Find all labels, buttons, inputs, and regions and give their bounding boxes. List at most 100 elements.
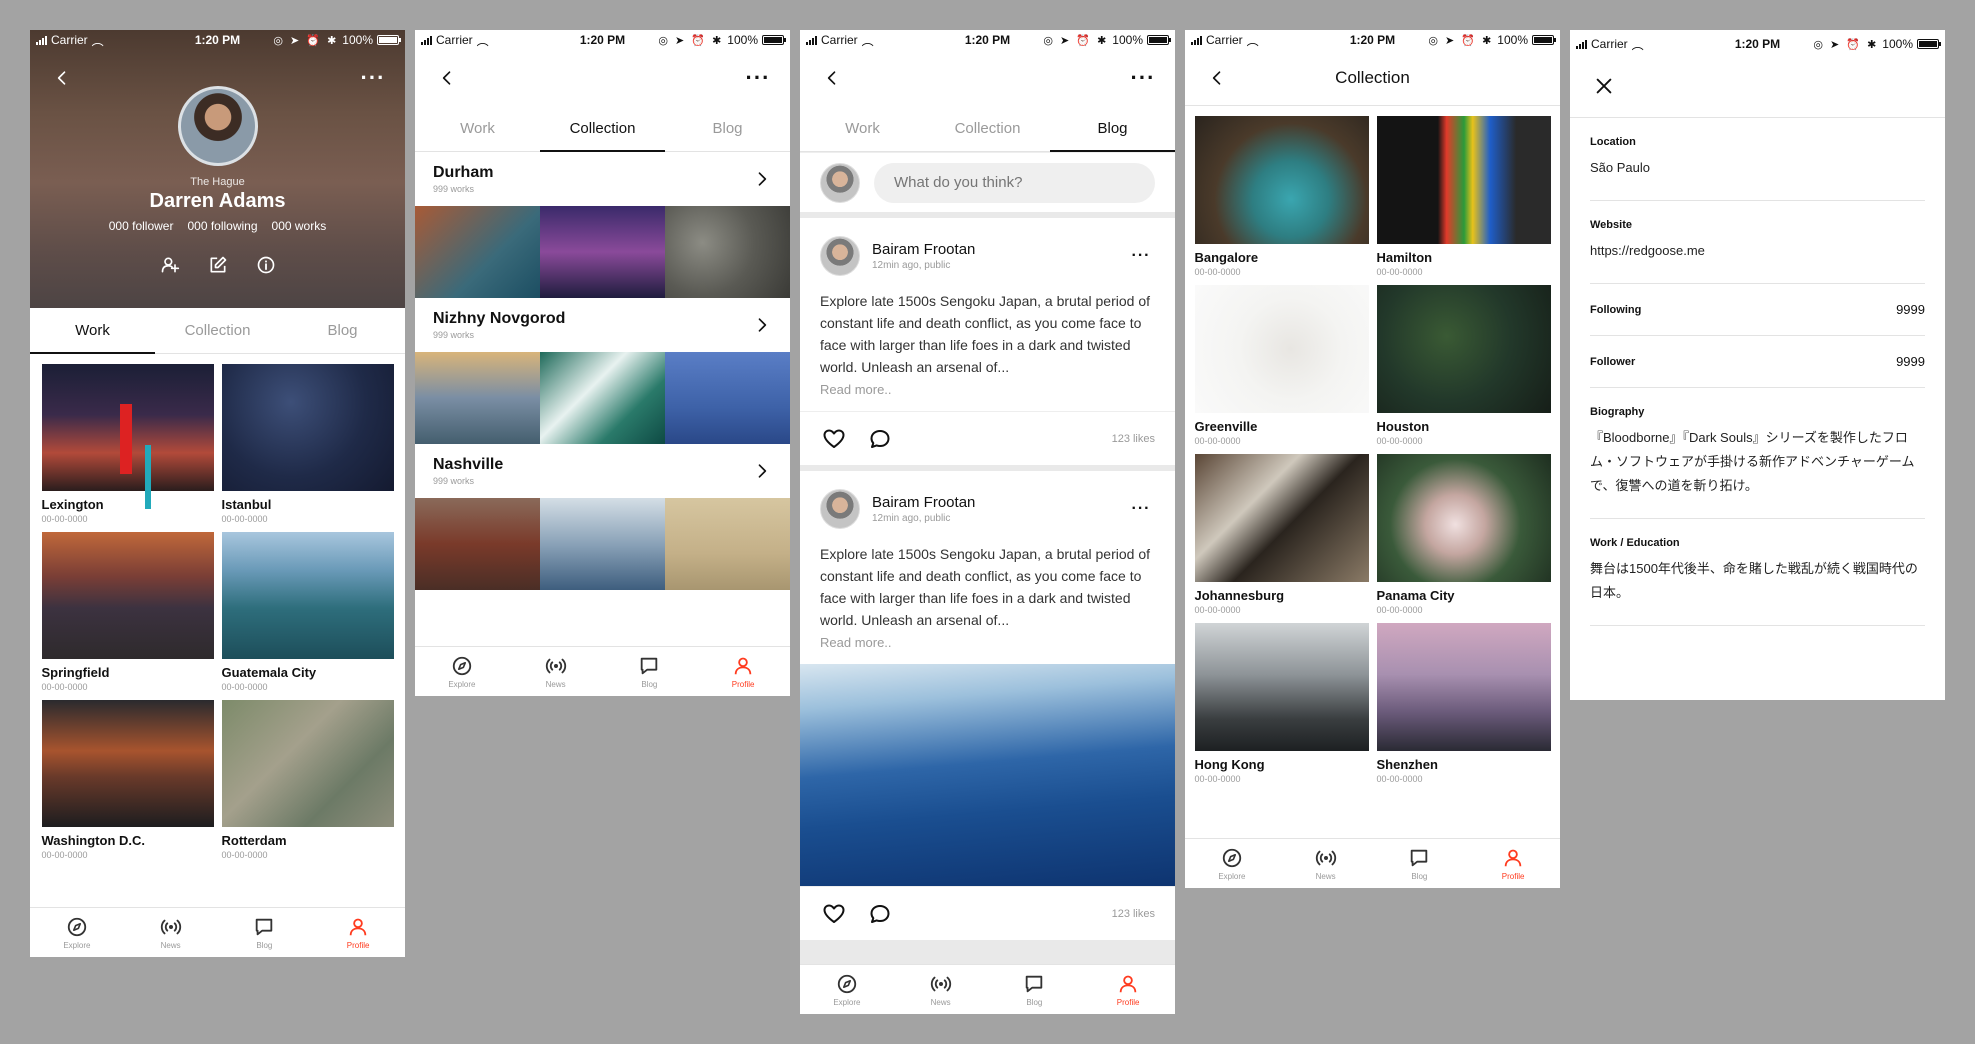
collection-item[interactable]: Hong Kong 00-00-0000 <box>1194 623 1369 784</box>
collection-name: Durham <box>433 164 494 181</box>
collection-count: 999 works <box>433 184 475 194</box>
like-button[interactable] <box>820 900 848 928</box>
tab-work[interactable]: Work <box>30 308 155 354</box>
work-item[interactable]: Guatemala City 00-00-0000 <box>221 532 394 692</box>
collection-item[interactable]: Greenville 00-00-0000 <box>1194 285 1369 446</box>
collection-item[interactable]: Bangalore 00-00-0000 <box>1194 116 1369 277</box>
thumb <box>665 498 790 590</box>
post-more-button[interactable]: ··· <box>1127 495 1155 523</box>
tab-news-label: News <box>545 679 566 689</box>
tab-collection[interactable]: Collection <box>925 106 1050 151</box>
thumb <box>665 352 790 444</box>
comment-button[interactable] <box>866 425 894 453</box>
collection-item[interactable]: Houston 00-00-0000 <box>1376 285 1551 446</box>
broadcast-icon <box>930 973 952 995</box>
avatar[interactable] <box>177 86 258 166</box>
item-image <box>1376 454 1551 582</box>
like-button[interactable] <box>820 425 848 453</box>
work-item[interactable]: Istanbul 00-00-0000 <box>221 364 394 524</box>
tab-blog[interactable]: Blog <box>280 308 405 353</box>
work-item[interactable]: Washington D.C. 00-00-0000 <box>41 700 214 860</box>
tab-profile[interactable]: Profile <box>696 647 790 696</box>
tab-explore[interactable]: Explore <box>800 965 894 1014</box>
tab-work[interactable]: Work <box>415 106 540 151</box>
tab-news[interactable]: News <box>894 965 988 1014</box>
tab-news[interactable]: News <box>509 647 603 696</box>
wifi-icon: ︵ <box>1246 33 1259 48</box>
back-button[interactable] <box>818 64 846 92</box>
work-date: 00-00-0000 <box>221 514 268 524</box>
collection-thumbs[interactable] <box>415 498 790 590</box>
tab-profile[interactable]: Profile <box>1466 839 1560 888</box>
like-count: 123 likes <box>1111 907 1155 920</box>
tab-news-label: News <box>930 997 951 1007</box>
work-item[interactable]: Springfield 00-00-0000 <box>41 532 214 692</box>
work-item[interactable]: Rotterdam 00-00-0000 <box>221 700 394 860</box>
collection-item[interactable]: Shenzhen 00-00-0000 <box>1376 623 1551 784</box>
tab-work[interactable]: Work <box>800 106 925 151</box>
collection-item[interactable]: Hamilton 00-00-0000 <box>1376 116 1551 277</box>
close-button[interactable] <box>1590 72 1618 100</box>
collection-row[interactable]: Durham 999 works <box>415 152 790 206</box>
more-button[interactable]: ··· <box>744 64 772 92</box>
avatar[interactable] <box>820 236 860 276</box>
back-button[interactable] <box>1203 64 1231 92</box>
collection-thumbs[interactable] <box>415 352 790 444</box>
tab-explore[interactable]: Explore <box>415 647 509 696</box>
info-button[interactable] <box>252 251 280 279</box>
follow-button[interactable] <box>156 251 184 279</box>
collection-thumbs[interactable] <box>415 206 790 298</box>
tab-blog-label: Blog <box>1411 871 1428 881</box>
post-image[interactable] <box>800 664 1175 886</box>
work-item[interactable]: Lexington 00-00-0000 <box>41 364 214 524</box>
user-icon <box>732 655 754 677</box>
tab-profile[interactable]: Profile <box>311 908 405 957</box>
tab-blog[interactable]: Blog <box>1050 106 1175 152</box>
collection-row[interactable]: Nashville 999 works <box>415 444 790 498</box>
back-button[interactable] <box>433 64 461 92</box>
read-more-link[interactable]: Read more.. <box>800 631 1175 664</box>
tab-news[interactable]: News <box>1279 839 1373 888</box>
more-button[interactable]: ··· <box>359 64 387 92</box>
follower-label: Follower <box>1590 355 1636 368</box>
comment-button[interactable] <box>866 900 894 928</box>
read-more-link[interactable]: Read more.. <box>800 378 1175 411</box>
works-count[interactable]: 000 works <box>272 219 327 233</box>
website-link[interactable]: https://redgoose.me <box>1590 239 1925 263</box>
avatar[interactable] <box>820 489 860 529</box>
tab-explore-label: Explore <box>833 997 861 1007</box>
following-count[interactable]: 000 following <box>187 219 257 233</box>
tab-blog-bottom[interactable]: Blog <box>218 908 312 957</box>
more-button[interactable]: ··· <box>1129 64 1157 92</box>
compose-input[interactable] <box>874 162 1155 203</box>
chevron-right-icon <box>752 461 772 481</box>
follower-value: 9999 <box>1896 354 1925 369</box>
tab-blog-bottom[interactable]: Blog <box>603 647 697 696</box>
post-author[interactable]: Bairam Frootan <box>872 241 1115 258</box>
wifi-icon: ︵ <box>476 33 489 48</box>
tab-profile[interactable]: Profile <box>1081 965 1175 1014</box>
tab-collection[interactable]: Collection <box>540 106 665 152</box>
tab-blog-bottom[interactable]: Blog <box>1373 839 1467 888</box>
chat-icon <box>638 655 660 677</box>
tab-explore[interactable]: Explore <box>1185 839 1279 888</box>
follower-row[interactable]: Follower 9999 <box>1590 336 1925 388</box>
user-icon <box>1502 847 1524 869</box>
collection-item[interactable]: Johannesburg 00-00-0000 <box>1194 454 1369 615</box>
collection-item[interactable]: Panama City 00-00-0000 <box>1376 454 1551 615</box>
collection-name: Nashville <box>433 456 504 473</box>
work-image <box>221 532 394 659</box>
tab-collection[interactable]: Collection <box>155 308 280 353</box>
edit-button[interactable] <box>204 251 232 279</box>
follower-count[interactable]: 000 follower <box>109 219 174 233</box>
post-more-button[interactable]: ··· <box>1127 242 1155 270</box>
work-title: Istanbul <box>221 497 272 512</box>
back-button[interactable] <box>48 64 76 92</box>
tab-blog[interactable]: Blog <box>665 106 790 151</box>
post-author[interactable]: Bairam Frootan <box>872 494 1115 511</box>
collection-row[interactable]: Nizhny Novgorod 999 works <box>415 298 790 352</box>
tab-news[interactable]: News <box>124 908 218 957</box>
tab-blog-bottom[interactable]: Blog <box>988 965 1082 1014</box>
following-row[interactable]: Following 9999 <box>1590 284 1925 336</box>
tab-explore[interactable]: Explore <box>30 908 124 957</box>
